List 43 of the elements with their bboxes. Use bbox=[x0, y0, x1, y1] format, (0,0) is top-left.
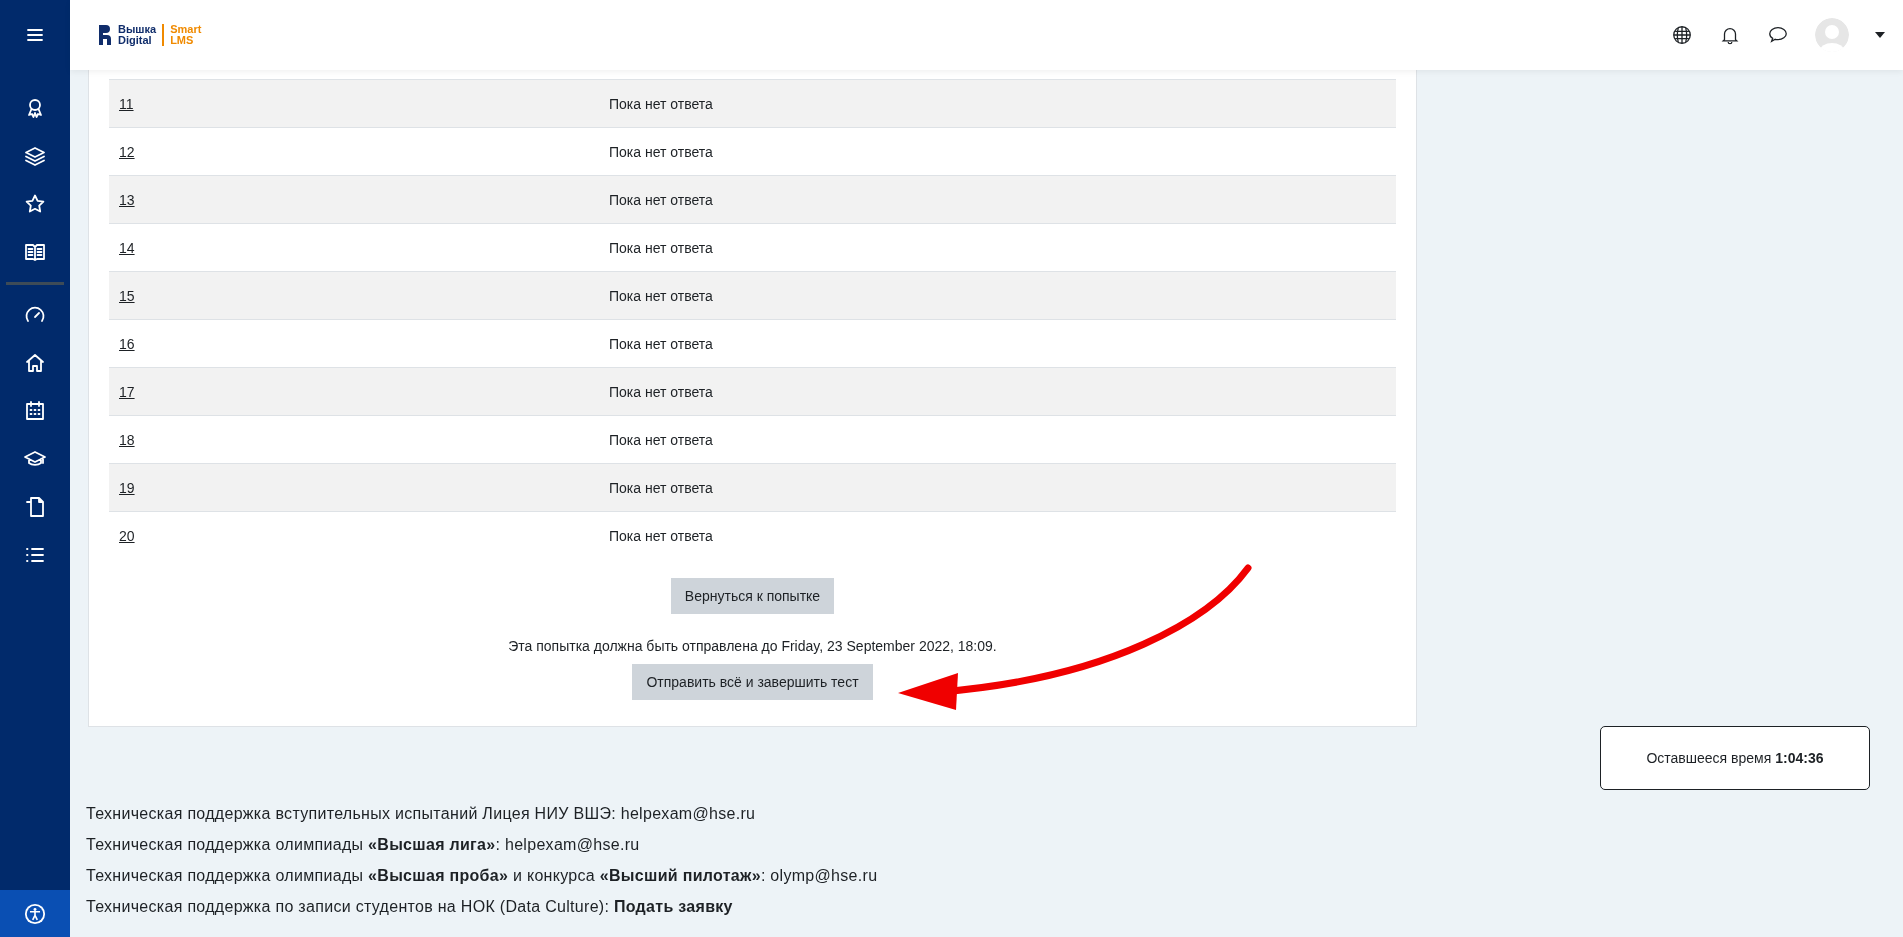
documents-icon[interactable] bbox=[23, 495, 47, 519]
logo-icon bbox=[98, 24, 112, 46]
question-link[interactable]: 18 bbox=[119, 431, 135, 448]
calendar-icon[interactable] bbox=[23, 399, 47, 423]
due-text: Эта попытка должна быть отправлена до Friday, 23 September 2022, 18:09. bbox=[508, 638, 997, 654]
answer-status: Пока нет ответа bbox=[609, 431, 713, 448]
question-link[interactable]: 13 bbox=[119, 191, 135, 208]
question-link[interactable]: 17 bbox=[119, 383, 135, 400]
layers-icon[interactable] bbox=[23, 144, 47, 168]
answer-status: Пока нет ответа bbox=[609, 335, 713, 352]
answer-status: Пока нет ответа bbox=[609, 143, 713, 160]
return-button[interactable]: Вернуться к попытке bbox=[670, 578, 835, 614]
question-link[interactable]: 11 bbox=[119, 95, 134, 112]
question-link[interactable]: 16 bbox=[119, 335, 135, 352]
logo-text: Smart bbox=[170, 24, 202, 35]
submit-button[interactable]: Отправить всё и завершить тест bbox=[632, 664, 873, 700]
answer-status: Пока нет ответа bbox=[609, 383, 713, 400]
globe-icon[interactable] bbox=[1671, 24, 1693, 46]
logo-text: Digital bbox=[118, 35, 153, 46]
support-line: Техническая поддержка олимпиады «Высшая проба» и конкурса «Высший пилотаж»: olymp@hse.ru bbox=[86, 867, 879, 885]
question-link[interactable]: 19 bbox=[119, 479, 135, 496]
question-link[interactable]: 20 bbox=[119, 527, 135, 544]
apply-link[interactable]: Подать заявку bbox=[613, 898, 733, 915]
caret-icon[interactable] bbox=[1875, 32, 1885, 38]
question-link[interactable]: 12 bbox=[119, 143, 135, 160]
answer-status: Пока нет ответа bbox=[609, 527, 713, 544]
support-line: Техническая поддержка по записи студентов на НОК (Data Culture): bbox=[86, 898, 610, 915]
logo[interactable]: Вышка Digital Smart LMS bbox=[98, 24, 202, 46]
logo-text: LMS bbox=[170, 35, 195, 46]
answer-status: Пока нет ответа bbox=[609, 287, 713, 304]
answer-status: Пока нет ответа bbox=[609, 95, 713, 112]
timer-value: 1:04:36 bbox=[1775, 750, 1824, 766]
home-icon[interactable] bbox=[23, 351, 47, 375]
answer-status: Пока нет ответа bbox=[609, 479, 713, 496]
question-link[interactable]: 14 bbox=[119, 239, 135, 256]
answer-status: Пока нет ответа bbox=[609, 191, 713, 208]
logo-text: Вышка bbox=[118, 24, 157, 35]
accessibility-icon[interactable] bbox=[24, 902, 46, 925]
support-line: Техническая поддержка олимпиады «Высшая лига»: helpexam@hse.ru bbox=[86, 836, 641, 854]
answer-status: Пока нет ответа bbox=[609, 239, 713, 256]
support-line: Техническая поддержка вступительных испытаний Лицея НИУ ВШЭ: helpexam@hse.ru bbox=[86, 805, 757, 823]
question-link[interactable]: 15 bbox=[119, 287, 135, 304]
timer-label: Оставшееся время bbox=[1646, 750, 1772, 766]
